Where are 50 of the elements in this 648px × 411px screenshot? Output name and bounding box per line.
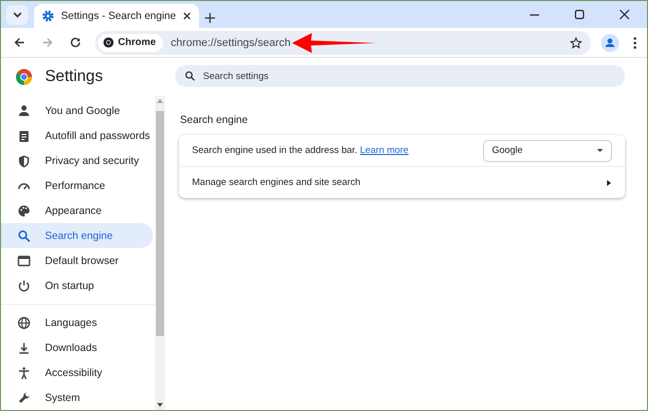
sidebar-item[interactable]: Downloads [1, 335, 153, 360]
tab-search-button[interactable] [6, 5, 28, 25]
download-icon [17, 340, 31, 354]
sidebar-item[interactable]: Appearance [1, 198, 153, 223]
settings-row[interactable]: Manage search engines and site search [179, 166, 625, 198]
settings-title: Settings [45, 68, 103, 86]
chevron-down-icon [12, 12, 22, 18]
new-tab-icon[interactable] [205, 13, 215, 23]
chrome-logo-icon [103, 37, 114, 48]
sidebar-item[interactable]: Languages [1, 310, 153, 335]
search-icon [17, 228, 31, 242]
close-icon[interactable] [183, 12, 191, 20]
caret-right-icon [607, 180, 611, 186]
profile-avatar-icon[interactable] [601, 34, 619, 52]
sidebar-item[interactable]: Performance [1, 173, 153, 198]
shield-icon [17, 154, 31, 168]
scrollbar[interactable] [155, 96, 165, 410]
browser-tab[interactable]: Settings - Search engine [34, 4, 199, 28]
sidebar-item[interactable]: Default browser [1, 248, 153, 273]
sidebar-item[interactable]: On startup [1, 273, 153, 298]
search-icon [185, 71, 195, 81]
sidebar-item[interactable]: You and Google [1, 98, 153, 123]
sidebar-item[interactable]: Privacy and security [1, 148, 153, 173]
sidebar-item[interactable]: Search engine [1, 223, 153, 248]
palette-icon [17, 204, 31, 218]
section-title: Search engine [180, 114, 249, 126]
address-bar[interactable]: Chrome chrome://settings/search [95, 30, 591, 54]
person-icon [17, 104, 31, 118]
tab-title: Settings - Search engine [61, 10, 176, 22]
setting-label: Search engine used in the address bar. Learn more [192, 145, 410, 156]
sidebar-item[interactable]: Accessibility [1, 360, 153, 385]
sidebar-item[interactable]: System [1, 385, 153, 410]
power-icon [17, 278, 31, 292]
chrome-logo-icon [16, 69, 32, 85]
learn-more-link[interactable]: Learn more [360, 145, 409, 156]
url-text: chrome://settings/search [170, 36, 291, 48]
sidebar-item[interactable]: Autofill and passwords [1, 123, 153, 148]
wrench-icon [17, 390, 31, 404]
search-field[interactable]: Search settings [175, 65, 625, 87]
bookmark-star-icon[interactable] [570, 36, 582, 48]
browser-window-icon [17, 254, 31, 268]
clipboard-icon [17, 128, 31, 142]
back-arrow-icon[interactable] [14, 37, 24, 48]
caret-icon [597, 148, 603, 152]
reload-icon[interactable] [70, 37, 80, 48]
gear-icon [42, 10, 54, 22]
globe-icon [17, 316, 31, 330]
accessibility-icon [17, 366, 31, 380]
search-engine-dropdown[interactable]: Google [483, 140, 612, 162]
site-chip[interactable]: Chrome [98, 34, 163, 52]
